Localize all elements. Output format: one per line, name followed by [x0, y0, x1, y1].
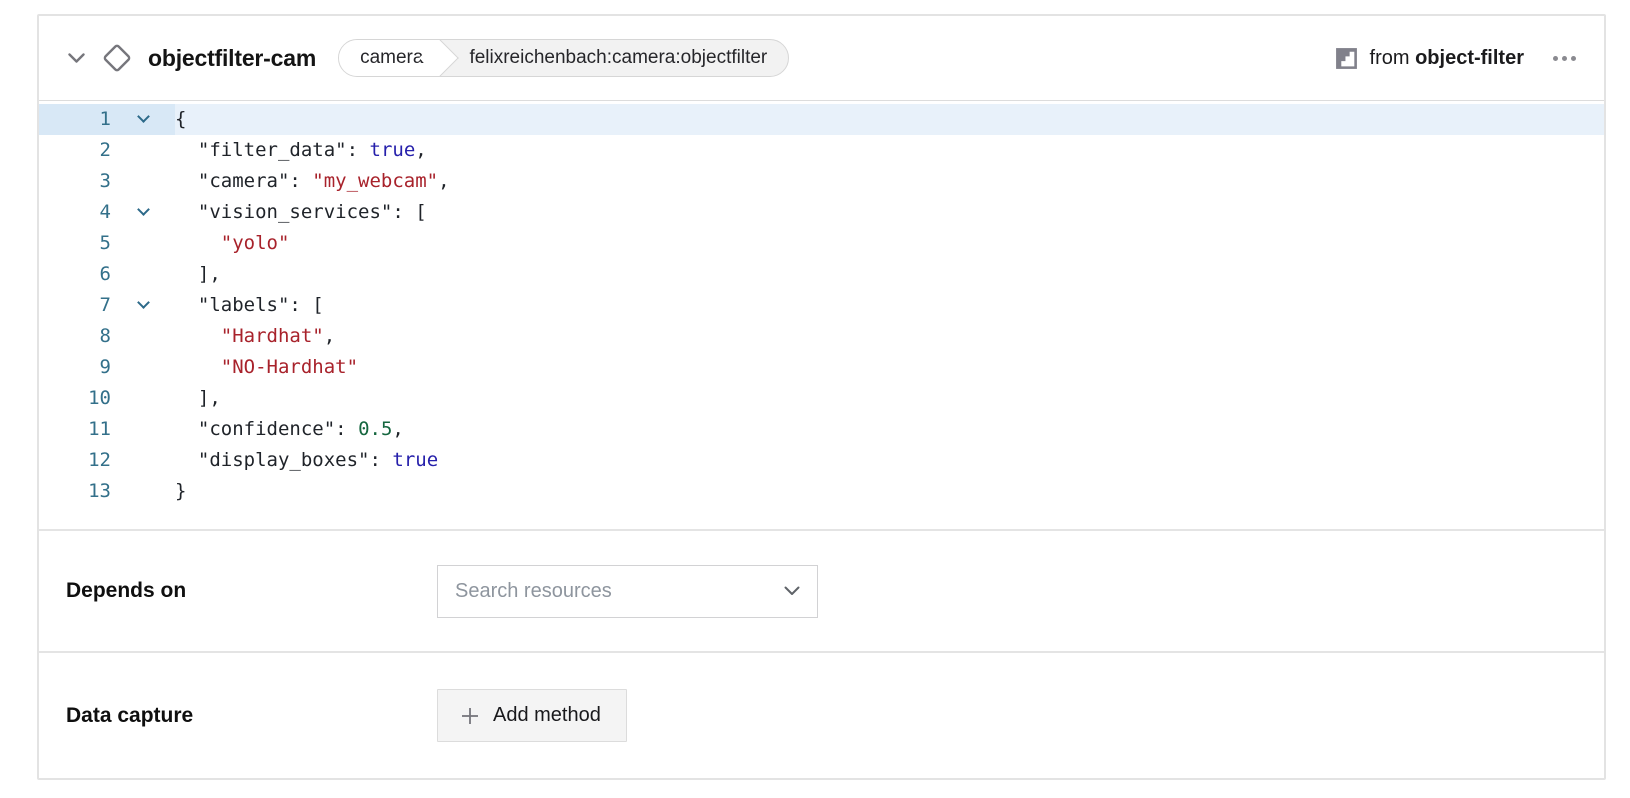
collapse-card-button[interactable] — [66, 48, 86, 68]
depends-on-section: Depends on — [39, 531, 1604, 653]
code-line[interactable]: 12 "display_boxes": true — [39, 445, 1604, 476]
line-number: 3 — [39, 166, 111, 197]
code-line[interactable]: 8 "Hardhat", — [39, 321, 1604, 352]
line-number: 13 — [39, 476, 111, 507]
code-line[interactable]: 4 "vision_services": [ — [39, 197, 1604, 228]
ellipsis-icon — [1553, 56, 1558, 61]
line-number: 5 — [39, 228, 111, 259]
add-method-button[interactable]: Add method — [437, 689, 627, 742]
from-label: from — [1370, 47, 1410, 69]
code-line[interactable]: 2 "filter_data": true, — [39, 135, 1604, 166]
search-resources-input[interactable] — [438, 580, 784, 603]
line-number: 8 — [39, 321, 111, 352]
fold-toggle-icon[interactable] — [137, 203, 150, 216]
code-text[interactable]: "vision_services": [ — [175, 197, 1604, 228]
line-number: 1 — [39, 104, 111, 135]
resource-type-badge: camera — [339, 40, 439, 76]
module-icon — [1334, 46, 1359, 71]
code-text[interactable]: "filter_data": true, — [175, 135, 1604, 166]
depends-on-label: Depends on — [66, 579, 437, 603]
from-module-info: from object-filter — [1334, 46, 1524, 71]
code-text[interactable]: { — [175, 104, 1604, 135]
add-method-label: Add method — [493, 704, 601, 727]
code-line[interactable]: 13} — [39, 476, 1604, 507]
code-line[interactable]: 1{ — [39, 104, 1604, 135]
editor-gutter: 8 — [39, 321, 175, 352]
code-line[interactable]: 10 ], — [39, 383, 1604, 414]
code-line[interactable]: 9 "NO-Hardhat" — [39, 352, 1604, 383]
line-number: 9 — [39, 352, 111, 383]
module-name-label: object-filter — [1415, 47, 1524, 69]
editor-gutter: 6 — [39, 259, 175, 290]
code-line[interactable]: 6 ], — [39, 259, 1604, 290]
line-number: 11 — [39, 414, 111, 445]
editor-gutter: 5 — [39, 228, 175, 259]
card-menu-button[interactable] — [1551, 50, 1578, 67]
code-text[interactable]: "display_boxes": true — [175, 445, 1604, 476]
model-triplet-badge: felixreichenbach:camera:objectfilter — [439, 40, 788, 76]
editor-gutter: 10 — [39, 383, 175, 414]
code-line[interactable]: 11 "confidence": 0.5, — [39, 414, 1604, 445]
resource-name-title: objectfilter-cam — [148, 45, 316, 72]
code-text[interactable]: "labels": [ — [175, 290, 1604, 321]
editor-gutter: 7 — [39, 290, 175, 321]
from-module-text: from object-filter — [1370, 47, 1524, 70]
chevron-down-icon — [784, 586, 800, 596]
editor-gutter: 12 — [39, 445, 175, 476]
editor-gutter: 3 — [39, 166, 175, 197]
json-config-editor[interactable]: 1{2 "filter_data": true,3 "camera": "my_… — [39, 101, 1604, 531]
fold-toggle-icon[interactable] — [137, 110, 150, 123]
data-capture-section: Data capture Add method — [39, 653, 1604, 778]
code-text[interactable]: "NO-Hardhat" — [175, 352, 1604, 383]
resource-card: objectfilter-cam camera felixreichenbach… — [37, 14, 1606, 780]
editor-gutter: 13 — [39, 476, 175, 507]
line-number: 7 — [39, 290, 111, 321]
code-text[interactable]: "camera": "my_webcam", — [175, 166, 1604, 197]
code-text[interactable]: "Hardhat", — [175, 321, 1604, 352]
code-line[interactable]: 7 "labels": [ — [39, 290, 1604, 321]
line-number: 2 — [39, 135, 111, 166]
code-line[interactable]: 5 "yolo" — [39, 228, 1604, 259]
code-line[interactable]: 3 "camera": "my_webcam", — [39, 166, 1604, 197]
component-diamond-icon — [101, 42, 133, 74]
plus-icon — [460, 706, 480, 726]
line-number: 4 — [39, 197, 111, 228]
code-text[interactable]: ], — [175, 259, 1604, 290]
editor-gutter: 1 — [39, 104, 175, 135]
card-header: objectfilter-cam camera felixreichenbach… — [39, 16, 1604, 101]
chevron-down-icon — [68, 53, 85, 64]
depends-on-select[interactable] — [437, 565, 818, 618]
editor-gutter: 11 — [39, 414, 175, 445]
editor-gutter: 2 — [39, 135, 175, 166]
editor-gutter: 4 — [39, 197, 175, 228]
model-badge: camera felixreichenbach:camera:objectfil… — [338, 39, 789, 77]
line-number: 12 — [39, 445, 111, 476]
fold-toggle-icon[interactable] — [137, 296, 150, 309]
code-text[interactable]: "confidence": 0.5, — [175, 414, 1604, 445]
editor-gutter: 9 — [39, 352, 175, 383]
line-number: 10 — [39, 383, 111, 414]
line-number: 6 — [39, 259, 111, 290]
data-capture-label: Data capture — [66, 704, 437, 728]
code-text[interactable]: } — [175, 476, 1604, 507]
code-text[interactable]: ], — [175, 383, 1604, 414]
code-text[interactable]: "yolo" — [175, 228, 1604, 259]
